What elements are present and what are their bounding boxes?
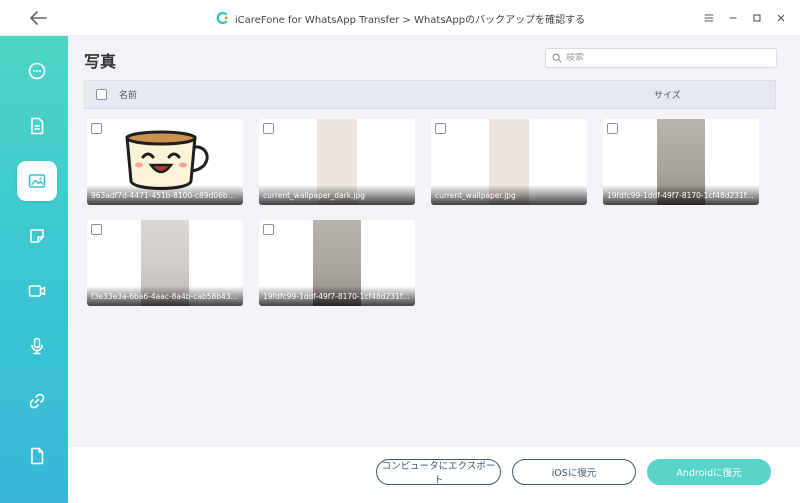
photo-checkbox[interactable]	[263, 123, 274, 134]
sticker-icon	[30, 229, 44, 243]
photo-tile[interactable]: current_wallpaper.jpg	[431, 119, 587, 205]
sidebar-item-links[interactable]	[17, 381, 57, 421]
restore-to-android-button[interactable]: Androidに復元	[647, 459, 771, 485]
photo-checkbox[interactable]	[91, 224, 102, 235]
sidebar-item-documents[interactable]	[17, 106, 57, 146]
search-icon	[552, 53, 562, 63]
menu-icon	[704, 14, 714, 22]
photo-checkbox[interactable]	[91, 123, 102, 134]
column-header-name[interactable]: 名前	[119, 88, 137, 101]
photo-name: 19fdfc99-1ddf-49f7-8170-1cf48d231fa...	[259, 286, 415, 306]
select-all-checkbox[interactable]	[96, 89, 107, 100]
photo-tile[interactable]: current_wallpaper_dark.jpg	[259, 119, 415, 205]
photo-name: current_wallpaper.jpg	[431, 185, 587, 205]
list-header: 名前 サイズ	[84, 80, 776, 109]
app-logo-icon	[216, 11, 228, 25]
window-title-area: iCareFone for WhatsApp Transfer > WhatsA…	[0, 0, 800, 36]
title-bar: iCareFone for WhatsApp Transfer > WhatsA…	[0, 0, 800, 36]
photo-name: f3e33e3a-6ba6-4aac-8a4b-cab58b437...	[87, 286, 243, 306]
window-title: iCareFone for WhatsApp Transfer > WhatsA…	[234, 14, 586, 26]
column-header-size[interactable]: サイズ	[654, 88, 681, 101]
action-bar: コンピュータにエクスポート iOSに復元 Androidに復元	[68, 446, 800, 503]
maximize-button[interactable]	[750, 11, 764, 25]
link-icon	[29, 393, 45, 409]
sidebar-item-files[interactable]	[17, 436, 57, 476]
main-panel: 写真 名前 サイズ 963adf7d-4471-451b-81	[68, 36, 800, 446]
photo-checkbox[interactable]	[607, 123, 618, 134]
sidebar-item-audio[interactable]	[17, 326, 57, 366]
photo-icon	[28, 174, 46, 188]
photo-tile[interactable]: 19fdfc99-1ddf-49f7-8170-1cf48d231fa...	[259, 220, 415, 306]
photo-name: 19fdfc99-1ddf-49f7-8170-1cf48d231fa...	[603, 185, 759, 205]
menu-button[interactable]	[702, 11, 716, 25]
photo-name: current_wallpaper_dark.jpg	[259, 185, 415, 205]
sidebar-item-videos[interactable]	[17, 271, 57, 311]
photo-tile[interactable]: 19fdfc99-1ddf-49f7-8170-1cf48d231fa...	[603, 119, 759, 205]
close-button[interactable]	[774, 11, 788, 25]
search-input[interactable]	[566, 53, 766, 63]
photo-tile[interactable]: f3e33e3a-6ba6-4aac-8a4b-cab58b437...	[87, 220, 243, 306]
photo-checkbox[interactable]	[435, 123, 446, 134]
search-box[interactable]	[545, 48, 777, 68]
video-icon	[28, 285, 46, 297]
photo-checkbox[interactable]	[263, 224, 274, 235]
sidebar-item-chats[interactable]	[17, 51, 57, 91]
minimize-icon	[729, 17, 737, 19]
maximize-icon	[753, 14, 761, 22]
chat-icon	[28, 62, 46, 80]
page-title: 写真	[84, 52, 117, 71]
sidebar	[0, 36, 68, 503]
file-icon	[31, 447, 44, 465]
sidebar-item-stickers[interactable]	[17, 216, 57, 256]
minimize-button[interactable]	[726, 11, 740, 25]
document-icon	[31, 117, 44, 135]
close-icon	[777, 14, 785, 22]
export-to-computer-button[interactable]: コンピュータにエクスポート	[376, 459, 501, 486]
window-controls	[702, 0, 788, 36]
restore-to-ios-button[interactable]: iOSに復元	[512, 459, 636, 485]
photo-tile[interactable]: 963adf7d-4471-451b-8100-c89d06b95...	[87, 119, 243, 205]
photo-name: 963adf7d-4471-451b-8100-c89d06b95...	[87, 185, 243, 205]
microphone-icon	[31, 337, 43, 355]
sidebar-item-photos[interactable]	[17, 161, 57, 201]
